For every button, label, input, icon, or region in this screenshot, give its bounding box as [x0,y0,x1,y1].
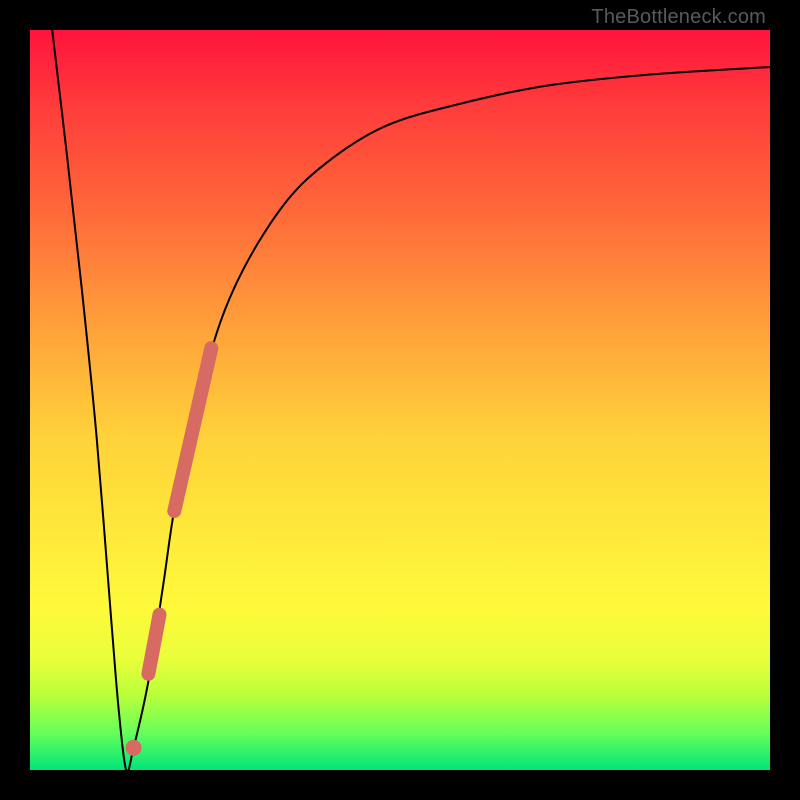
highlight-segment [174,348,211,511]
watermark-text: TheBottleneck.com [591,6,766,29]
curve-layer [30,30,770,770]
highlight-segment [148,615,159,674]
bottleneck-curve [52,30,770,772]
plot-area [30,30,770,770]
highlight-segments [148,348,211,674]
highlight-dot [126,740,142,756]
chart-frame: TheBottleneck.com [0,0,800,800]
highlight-dots [126,740,142,756]
